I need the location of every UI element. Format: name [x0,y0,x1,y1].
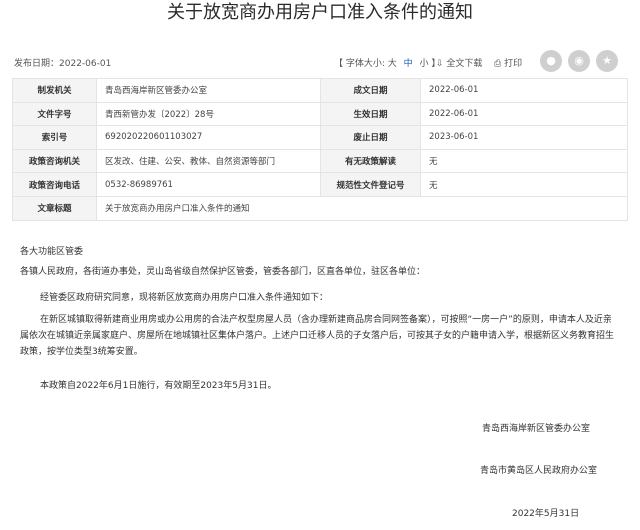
info-label: 成文日期 [320,78,421,103]
info-value: 692020220601103027 [96,125,321,150]
info-value: 无 [420,172,628,197]
info-value: 区发改、住建、公安、教体、自然资源等部门 [96,148,321,174]
info-label: 有无政策解读 [320,148,421,174]
table-row: 制发机关 青岛西海岸新区管委办公室 成文日期 2022-06-01 [12,78,628,103]
info-value: 2023-06-01 [420,125,628,150]
info-label: 文件字号 [12,101,97,127]
page-title: 关于放宽商办用房户口准入条件的通知 [167,2,473,23]
paragraph: 在新区城镇取得新建商业用房或办公用房的合法产权型房屋人员（含办理新建商品房合同网… [20,315,615,357]
publish-date: 发布日期：2022-06-01 [14,56,111,69]
salutation: 各镇人民政府，各街道办事处，灵山岛省级自然保护区管委，管委各部门，区直各单位，驻… [20,267,426,277]
paragraph: 本政策自2022年6月1日施行，有效期至2023年5月31日。 [40,381,277,391]
info-value: 0532-86989761 [96,172,321,197]
info-value: 无 [420,148,628,174]
table-row: 文章标题 关于放宽商办用房户口准入条件的通知 [12,195,628,221]
info-label: 政策咨询机关 [12,148,97,174]
info-label: 文章标题 [12,195,97,221]
info-label: 制发机关 [12,78,97,103]
info-value: 关于放宽商办用房户口准入条件的通知 [96,195,628,221]
weibo-icon[interactable]: ◉ [568,50,590,72]
fulltext-download-button[interactable]: ⇩ 全文下载 [436,56,482,69]
print-icon: ⎙ [494,59,502,69]
publish-label: 发布日期： [14,59,60,69]
signature-org: 青岛市黄岛区人民政府办公室 [480,466,598,476]
info-value: 青岛西海岸新区管委办公室 [96,78,321,103]
info-label: 索引号 [12,125,97,150]
wechat-icon[interactable]: ● [540,50,562,72]
info-value: 2022-06-01 [420,78,628,103]
table-row: 政策咨询电话 0532-86989761 规范性文件登记号 无 [12,172,628,197]
table-row: 文件字号 青西新管办发〔2022〕28号 生效日期 2022-06-01 [12,101,628,127]
salutation: 各大功能区管委 [20,247,84,257]
toolbar: 发布日期：2022-06-01 【 字体大小: 大 中 小 】 ⇩ 全文下载 ⎙… [12,50,628,76]
info-value: 青西新管办发〔2022〕28号 [96,101,321,127]
print-label: 打印 [504,59,523,69]
info-label: 生效日期 [320,101,421,127]
font-size-medium[interactable]: 中 [404,56,413,69]
info-label: 政策咨询电话 [12,172,97,197]
paragraph: 经管委区政府研究同意，现将新区放宽商办用房户口准入条件通知如下： [40,293,329,303]
info-value: 2022-06-01 [420,101,628,127]
info-label: 废止日期 [320,125,421,150]
font-size-control: 【 字体大小: 大 中 小 】 [330,56,440,69]
download-icon: ⇩ [436,59,444,69]
font-size-large[interactable]: 【 字体大小: 大 [334,56,397,69]
print-button[interactable]: ⎙ 打印 [494,56,522,69]
signature-org: 青岛西海岸新区管委办公室 [482,424,591,434]
qq-icon[interactable]: ★ [596,50,618,72]
table-row: 政策咨询机关 区发改、住建、公安、教体、自然资源等部门 有无政策解读 无 [12,148,628,174]
fulltext-download-label: 全文下载 [446,59,483,69]
signature-date: 2022年5月31日 [512,509,580,519]
info-label: 规范性文件登记号 [320,172,421,197]
info-table: 制发机关 青岛西海岸新区管委办公室 成文日期 2022-06-01 文件字号 青… [12,78,628,221]
publish-date-value: 2022-06-01 [59,59,112,69]
table-row: 索引号 692020220601103027 废止日期 2023-06-01 [12,125,628,150]
